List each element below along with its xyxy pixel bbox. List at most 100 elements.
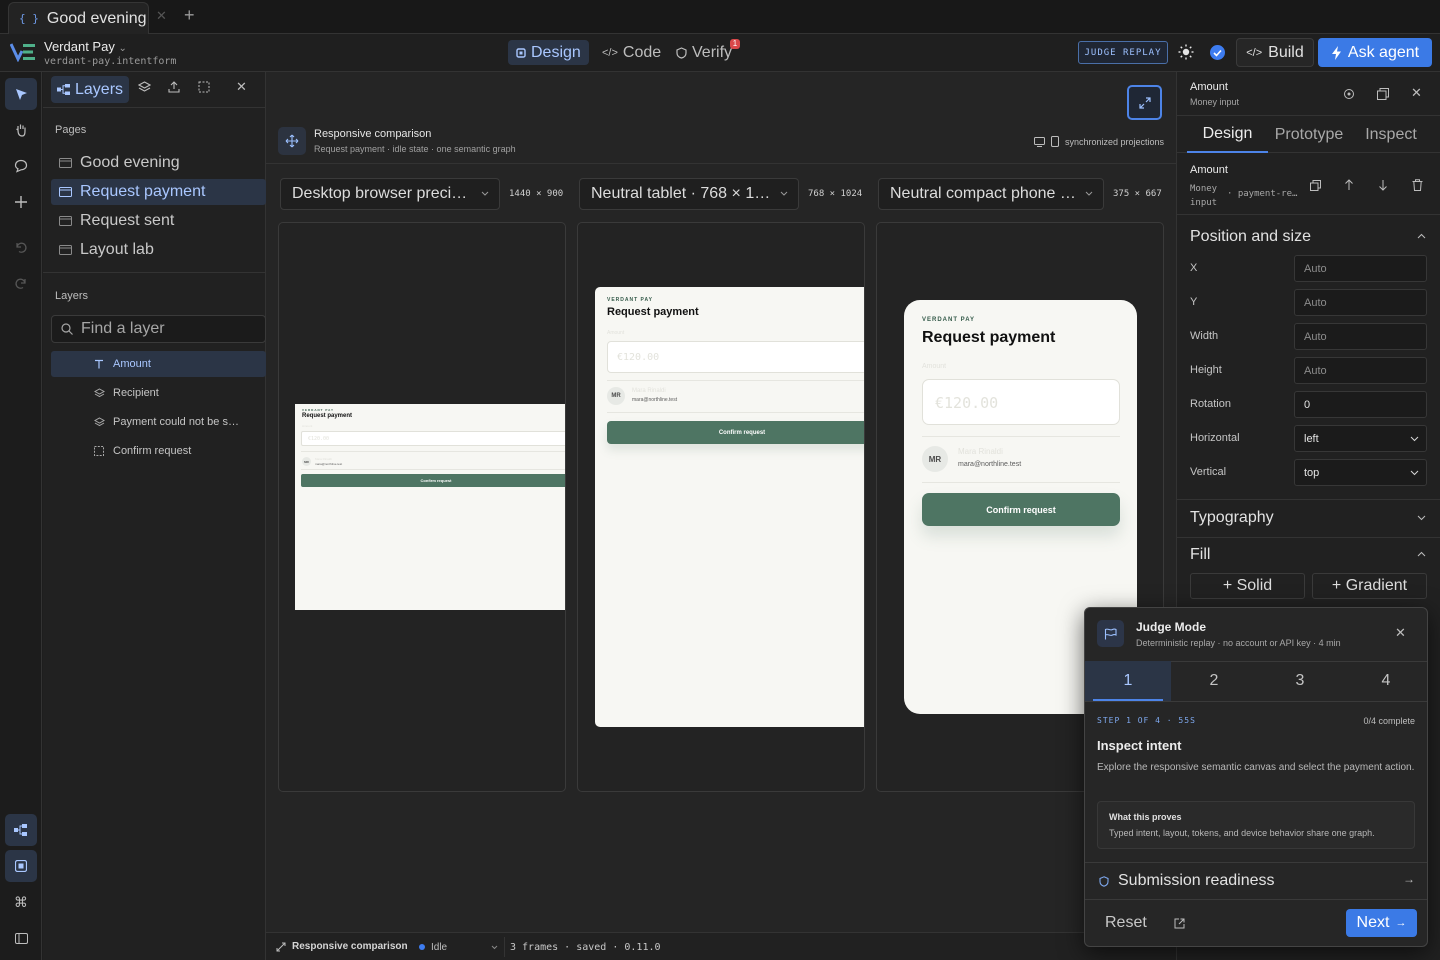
sun-icon[interactable] [1178, 44, 1194, 60]
step-tab-4[interactable]: 4 [1343, 661, 1427, 701]
tab-layers[interactable]: Layers [51, 76, 129, 103]
expand-icon[interactable] [1127, 85, 1162, 120]
components-icon[interactable] [5, 850, 37, 882]
mockup-amount-input[interactable]: €120.00 [607, 341, 864, 373]
pages-heading: Pages [55, 124, 87, 136]
field-rotation-input[interactable]: 0 [1294, 391, 1427, 418]
page-item-layout-lab[interactable]: Layout lab [51, 237, 266, 263]
layer-item-confirm-request[interactable]: Confirm request [51, 438, 266, 464]
state-select[interactable]: Idle [416, 938, 502, 956]
readiness-label: Submission readiness [1118, 872, 1275, 889]
chevron-down-icon [481, 191, 489, 196]
field-vertical-select[interactable]: top [1294, 459, 1427, 486]
copy-icon[interactable] [1310, 180, 1321, 191]
move-icon [278, 127, 306, 155]
chevron-up-icon[interactable] [1417, 233, 1426, 239]
hand-tool-icon[interactable] [5, 114, 37, 146]
add-gradient-fill-button[interactable]: + Gradient [1312, 573, 1427, 599]
redo-icon[interactable] [5, 267, 37, 299]
arrow-down-icon[interactable] [1378, 179, 1388, 191]
field-label-width: Width [1190, 330, 1219, 342]
layer-item-payment-error[interactable]: Payment could not be s… [51, 409, 266, 435]
submission-readiness-row[interactable]: Submission readiness → [1085, 863, 1427, 899]
verified-check-icon[interactable] [1210, 45, 1225, 60]
layer-search-input[interactable]: Find a layer [51, 315, 266, 343]
layers-tree-icon[interactable] [5, 814, 37, 846]
mode-verify-label: Verify [692, 43, 733, 61]
chevron-down-icon[interactable] [1417, 515, 1426, 521]
mockup-confirm-button[interactable]: Confirm request [922, 493, 1120, 526]
device-select-label: Neutral compact phone … [890, 185, 1076, 202]
tab-good-evening[interactable]: { } Good evening [8, 2, 149, 34]
mockup-confirm-button[interactable]: Confirm request [607, 421, 864, 444]
next-button[interactable]: Next → [1346, 909, 1417, 937]
add-solid-fill-button[interactable]: + Solid [1190, 573, 1305, 599]
external-link-icon[interactable] [1174, 918, 1185, 929]
trash-icon[interactable] [1412, 179, 1423, 191]
build-button[interactable]: </> Build [1236, 38, 1314, 67]
step-label: STEP 1 OF 4 · 55S [1097, 716, 1196, 725]
panel-toggle-icon[interactable] [5, 922, 37, 954]
chevron-down-icon [1410, 470, 1419, 476]
step-tab-3[interactable]: 3 [1257, 661, 1343, 701]
select-tool-icon[interactable] [5, 78, 37, 110]
frame-select-icon[interactable] [198, 81, 210, 93]
tab-prototype[interactable]: Prototype [1269, 116, 1349, 153]
typography-heading[interactable]: Typography [1190, 509, 1274, 527]
field-label-horizontal: Horizontal [1190, 432, 1240, 444]
tab-inspect[interactable]: Inspect [1351, 116, 1431, 153]
page-item-request-payment[interactable]: Request payment [51, 179, 266, 205]
close-panel-icon[interactable]: ✕ [236, 79, 247, 95]
stack-icon[interactable] [138, 81, 151, 93]
comment-tool-icon[interactable] [5, 150, 37, 182]
device-select-phone[interactable]: Neutral compact phone … [878, 178, 1104, 210]
tab-design[interactable]: Design [1187, 116, 1268, 153]
field-horizontal-select[interactable]: left [1294, 425, 1427, 452]
close-icon[interactable]: ✕ [1395, 625, 1406, 641]
layer-item-recipient[interactable]: Recipient [51, 380, 266, 406]
add-tool-icon[interactable] [5, 186, 37, 218]
page-item-good-evening[interactable]: Good evening [51, 150, 266, 176]
frame-tablet[interactable]: VERDANT PAY Request payment Amount €120.… [577, 222, 865, 792]
command-icon[interactable]: ⌘ [5, 886, 37, 918]
reset-button[interactable]: Reset [1105, 914, 1147, 932]
close-icon[interactable]: ✕ [1411, 85, 1422, 101]
mockup-tablet[interactable]: VERDANT PAY Request payment Amount €120.… [595, 287, 864, 727]
duplicate-icon[interactable] [1377, 88, 1389, 100]
mode-code[interactable]: </> Code [594, 40, 669, 65]
judge-mode-panel: Judge Mode Deterministic replay · no acc… [1084, 607, 1428, 947]
project-switcher[interactable]: Verdant Pay ⌄ verdant-pay.intentform [44, 39, 176, 67]
frame-desktop[interactable]: VERDANT PAY Request payment Amount €120.… [278, 222, 566, 792]
mode-design[interactable]: Design [508, 40, 589, 65]
element-name: Amount [1190, 164, 1228, 176]
mockup-amount-input[interactable]: €120.00 [922, 379, 1120, 425]
field-x-input[interactable]: Auto [1294, 255, 1427, 282]
target-icon[interactable] [1343, 88, 1355, 100]
step-tab-1[interactable]: 1 [1085, 661, 1171, 701]
undo-icon[interactable] [5, 231, 37, 263]
mockup-amount-input[interactable]: €120.00 [301, 431, 565, 446]
mockup-confirm-button[interactable]: Confirm request [301, 474, 565, 487]
layer-item-amount[interactable]: Amount [51, 351, 266, 377]
chevron-up-icon[interactable] [1417, 551, 1426, 557]
judge-subtitle: Deterministic replay · no account or API… [1136, 638, 1341, 648]
code-icon: </> [602, 46, 618, 59]
field-width-input[interactable]: Auto [1294, 323, 1427, 350]
step-tab-2[interactable]: 2 [1171, 661, 1257, 701]
arrow-right-icon: → [1395, 917, 1407, 929]
field-y-input[interactable]: Auto [1294, 289, 1427, 316]
design-icon [516, 47, 526, 58]
export-icon[interactable] [168, 81, 180, 93]
ask-agent-button[interactable]: Ask agent [1318, 38, 1432, 67]
amount-placeholder: €120.00 [935, 394, 999, 412]
arrow-up-icon[interactable] [1344, 179, 1354, 191]
close-tab-icon[interactable]: ✕ [156, 8, 167, 24]
field-height-input[interactable]: Auto [1294, 357, 1427, 384]
device-select-tablet[interactable]: Neutral tablet · 768 × 1… [579, 178, 799, 210]
mockup-desktop[interactable]: VERDANT PAY Request payment Amount €120.… [295, 404, 565, 610]
device-select-desktop[interactable]: Desktop browser preci… [280, 178, 500, 210]
page-item-request-sent[interactable]: Request sent [51, 208, 266, 234]
new-tab-icon[interactable]: + [184, 5, 195, 26]
chevron-down-icon [1410, 436, 1419, 442]
judge-replay-button[interactable]: JUDGE REPLAY [1078, 41, 1168, 64]
